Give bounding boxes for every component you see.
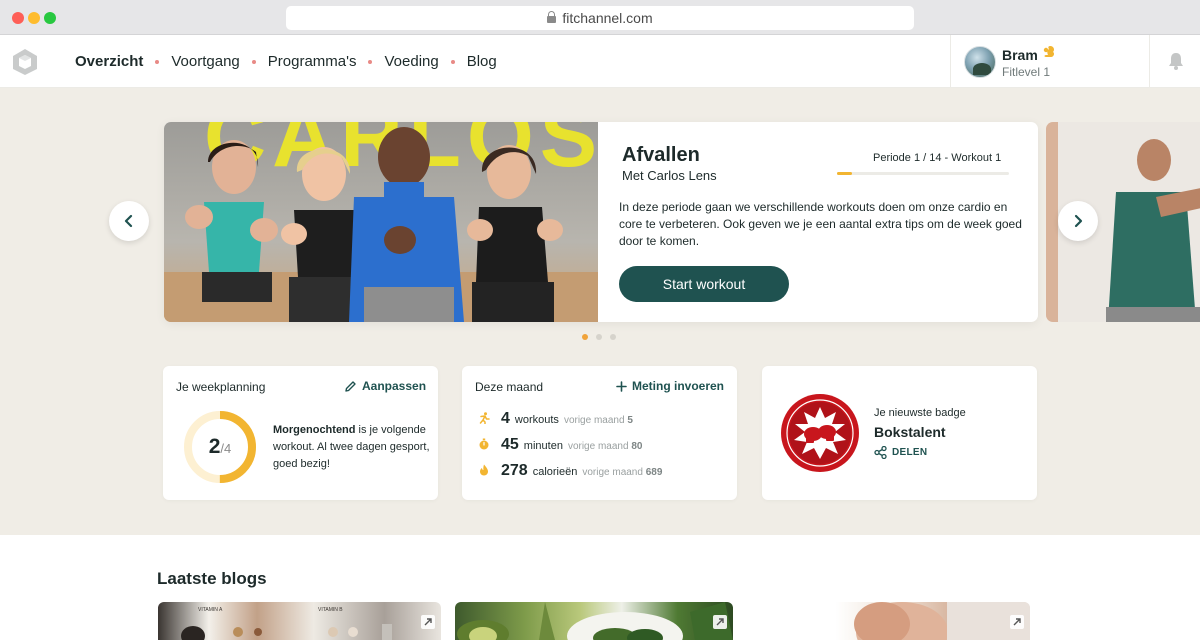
- nav-separator: [155, 59, 160, 64]
- blog-card[interactable]: [752, 602, 1030, 640]
- stat-value: 4: [501, 410, 510, 427]
- carousel-dot[interactable]: [596, 334, 602, 340]
- week-planning-label: Je weekplanning: [176, 380, 266, 394]
- carousel-prev-button[interactable]: [109, 201, 149, 241]
- address-bar[interactable]: fitchannel.com: [286, 6, 914, 30]
- nav-item-blog[interactable]: Blog: [467, 53, 497, 70]
- start-workout-button[interactable]: Start workout: [619, 266, 789, 302]
- flame-icon: [480, 464, 488, 476]
- avatar[interactable]: [964, 46, 996, 78]
- user-level: Fitlevel 1: [1002, 65, 1051, 79]
- browser-chrome: fitchannel.com: [0, 0, 1200, 35]
- stat-value: 45: [501, 436, 519, 453]
- carousel-pagination: [582, 334, 616, 340]
- site-header: Overzicht Voortgang Programma's Voeding …: [0, 35, 1200, 88]
- nav-item-overzicht[interactable]: Overzicht: [75, 53, 143, 70]
- blog-thumbnail: [457, 602, 733, 640]
- stat-workouts: 4 workouts vorige maand 5: [478, 410, 633, 428]
- add-measurement-button[interactable]: Meting invoeren: [616, 379, 724, 393]
- stat-previous-value: 5: [627, 415, 633, 426]
- week-progress-count: 2/4: [180, 407, 260, 487]
- boxing-badge-icon[interactable]: [780, 393, 860, 473]
- program-card: CARLOS Afvallen Met Carlos Lens Periode …: [164, 122, 1038, 322]
- stat-previous: vorige maand 80: [568, 441, 643, 452]
- edit-planning-button[interactable]: Aanpassen: [344, 379, 426, 393]
- add-measurement-label: Meting invoeren: [632, 379, 725, 393]
- external-link-icon: [1010, 615, 1024, 629]
- user-name: Bram: [1002, 47, 1038, 63]
- nav-item-voeding[interactable]: Voeding: [384, 53, 438, 70]
- newest-badge-label: Je nieuwste badge: [874, 407, 966, 419]
- program-progress-fill: [837, 172, 853, 175]
- blog-card[interactable]: VITAMIN A VITAMIN B: [158, 602, 441, 640]
- program-description: In deze periode gaan we verschillende wo…: [619, 200, 1022, 248]
- main-nav: Overzicht Voortgang Programma's Voeding …: [75, 35, 497, 88]
- chevron-left-icon: [124, 214, 133, 228]
- blog-thumbnail: [854, 602, 1030, 640]
- carousel-next-button[interactable]: [1058, 201, 1098, 241]
- stat-previous: vorige maand 689: [582, 467, 662, 478]
- close-window-button[interactable]: [12, 12, 24, 24]
- url-text: fitchannel.com: [562, 10, 653, 26]
- stat-previous-value: 689: [645, 467, 663, 478]
- running-icon: [479, 412, 490, 424]
- badge-card: Je nieuwste badge Bokstalent DELEN: [762, 366, 1037, 500]
- stat-calories: 278 calorieën vorige maand 689: [478, 462, 662, 480]
- stat-minutes: 45 minuten vorige maand 80: [478, 436, 642, 454]
- share-label: DELEN: [892, 447, 928, 458]
- workouts-done: 2: [208, 435, 221, 458]
- month-stats-label: Deze maand: [475, 380, 544, 394]
- external-link-icon: [713, 615, 727, 629]
- week-planning-card: Je weekplanning Aanpassen 2/4 Morgenocht…: [163, 366, 438, 500]
- nav-separator: [450, 59, 455, 64]
- stat-value: 278: [501, 462, 528, 479]
- program-title: Afvallen: [622, 144, 700, 166]
- carousel-dot[interactable]: [610, 334, 616, 340]
- share-icon: [874, 446, 887, 459]
- stat-previous: vorige maand 5: [564, 415, 633, 426]
- user-menu[interactable]: Bram Fitlevel 1: [950, 35, 1150, 88]
- badge-name: Bokstalent: [874, 424, 946, 440]
- share-badge-button[interactable]: DELEN: [874, 446, 927, 459]
- squirrel-icon: [1043, 46, 1055, 57]
- carousel-dot[interactable]: [582, 334, 588, 340]
- pencil-icon: [345, 380, 356, 392]
- bell-icon[interactable]: [1166, 51, 1186, 71]
- stopwatch-icon: [479, 438, 489, 450]
- nav-separator: [368, 59, 373, 64]
- stat-unit: calorieën: [532, 466, 578, 478]
- month-stats-card: Deze maand Meting invoeren 4 workouts vo…: [462, 366, 737, 500]
- fitchannel-logo[interactable]: [12, 48, 38, 76]
- program-progress-bar: [837, 172, 1009, 175]
- maximize-window-button[interactable]: [44, 12, 56, 24]
- edit-planning-label: Aanpassen: [362, 379, 427, 393]
- latest-blogs-heading: Laatste blogs: [157, 569, 267, 588]
- next-workout-day: Morgenochtend: [273, 424, 356, 436]
- stat-previous-label: vorige maand: [563, 415, 625, 426]
- plus-icon: [616, 380, 627, 392]
- photo-caption: VITAMIN A: [198, 607, 223, 613]
- lock-icon: [547, 11, 557, 23]
- program-photo: CARLOS: [164, 122, 598, 322]
- program-trainer: Met Carlos Lens: [622, 168, 717, 183]
- stat-previous-label: vorige maand: [582, 467, 643, 478]
- external-link-icon: [421, 615, 435, 629]
- blog-thumbnail: VITAMIN A VITAMIN B: [181, 607, 392, 640]
- stat-previous-label: vorige maand: [567, 441, 629, 452]
- chevron-right-icon: [1074, 214, 1083, 228]
- stat-unit: minuten: [523, 440, 563, 452]
- next-workout-text: Morgenochtend is je volgende workout. Al…: [273, 422, 433, 473]
- nav-item-voortgang[interactable]: Voortgang: [171, 53, 239, 70]
- minimize-window-button[interactable]: [28, 12, 40, 24]
- workouts-total: /4: [220, 441, 232, 456]
- nav-item-programmas[interactable]: Programma's: [268, 53, 357, 70]
- period-label: Periode 1 / 14 - Workout 1: [873, 152, 1002, 164]
- nav-separator: [251, 59, 256, 64]
- stat-previous-value: 80: [631, 441, 643, 452]
- photo-caption: VITAMIN B: [318, 607, 343, 613]
- blog-card[interactable]: [455, 602, 733, 640]
- stat-unit: workouts: [514, 414, 559, 426]
